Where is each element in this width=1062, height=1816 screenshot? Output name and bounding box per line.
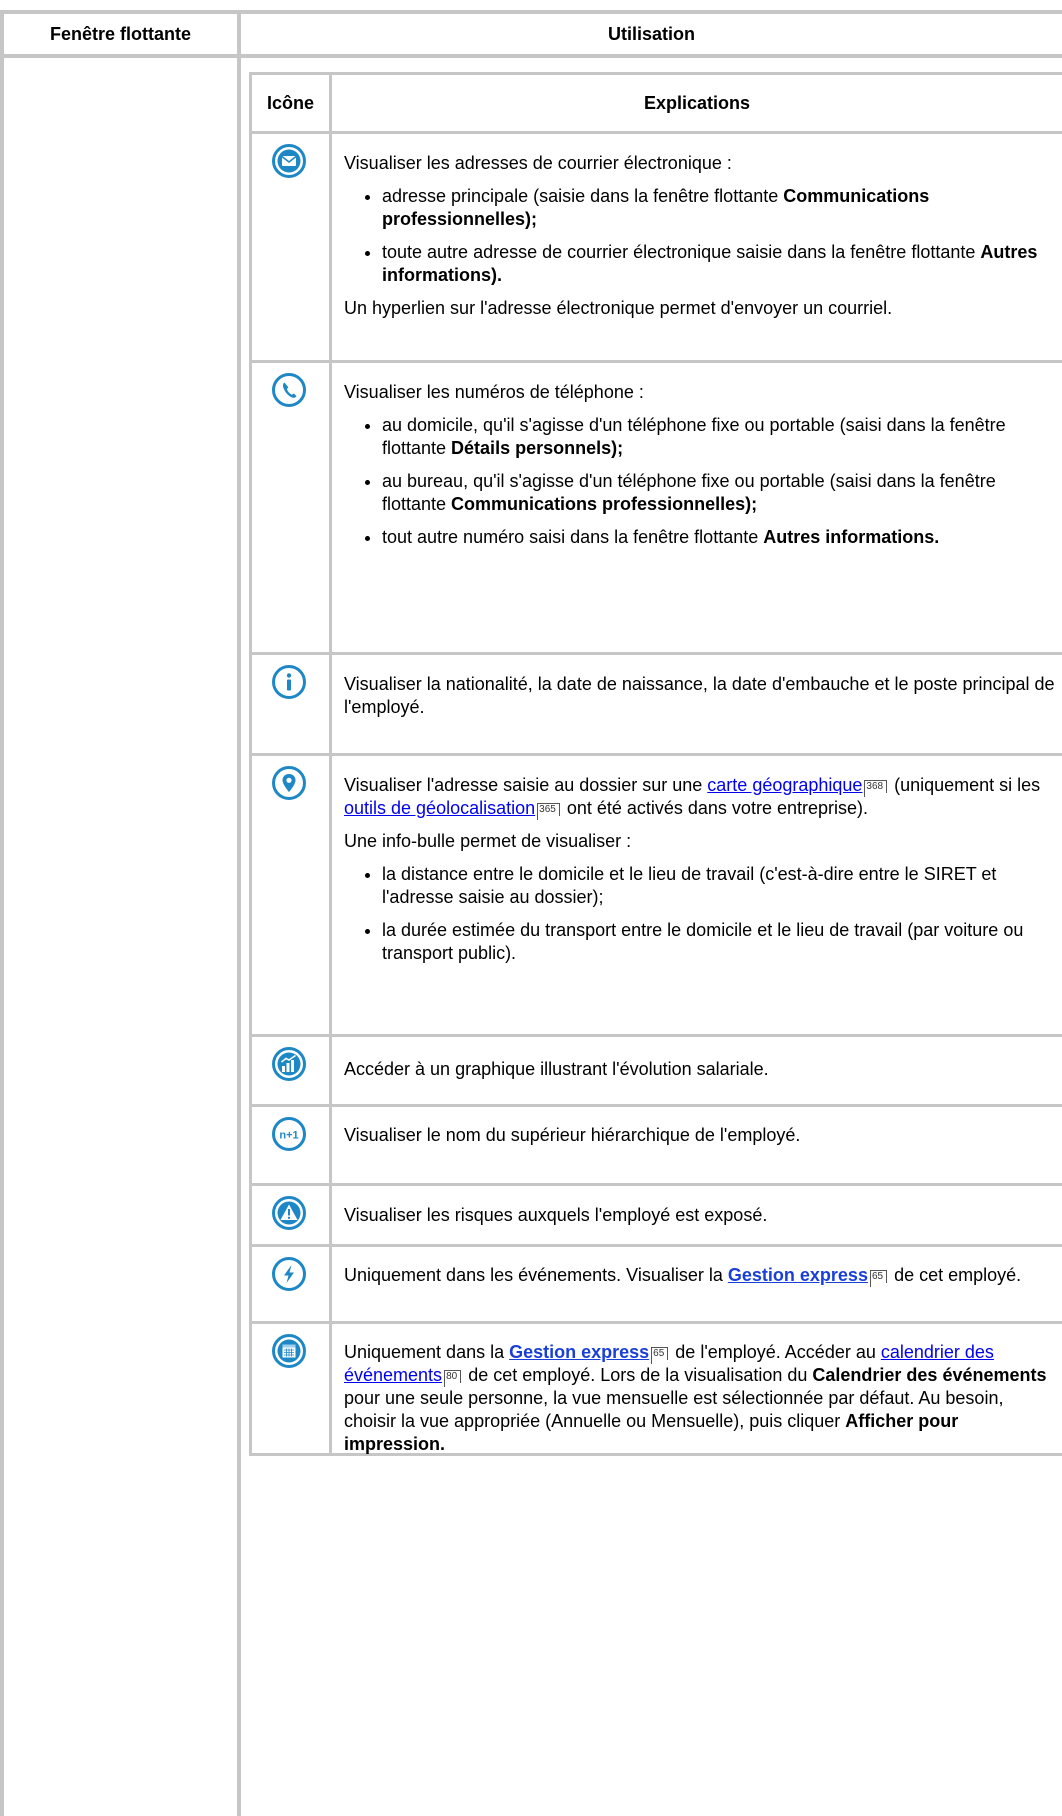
calendar-text: Uniquement dans la Gestion express 65 de … — [344, 1341, 1060, 1456]
phone-intro: Visualiser les numéros de téléphone : — [344, 382, 644, 402]
text-span: (uniquement si les — [889, 775, 1041, 795]
link-gestion-express[interactable]: Gestion express — [509, 1342, 649, 1362]
list-item-text: toute autre adresse de courrier électron… — [382, 242, 981, 262]
header-floating-window: Fenêtre flottante — [49, 24, 191, 44]
header-explanations: Explications — [643, 93, 751, 113]
envelope-icon — [272, 144, 306, 178]
page-reference: 65 — [651, 1347, 669, 1364]
email-intro: Visualiser les adresses de courrier élec… — [344, 153, 732, 173]
lightning-icon — [272, 1257, 306, 1291]
row-divider — [249, 652, 1062, 655]
warning-icon — [272, 1196, 306, 1230]
list-item-bold: Communications professionnelles); — [451, 494, 758, 514]
text-span: de cet employé. — [889, 1265, 1022, 1285]
list-item-text: tout autre numéro saisi dans la fenêtre … — [382, 527, 764, 547]
text-span: Uniquement dans la — [344, 1342, 510, 1362]
row-divider — [249, 1183, 1062, 1186]
list-item: au bureau, qu'il s'agisse d'un téléphone… — [382, 470, 1060, 516]
n-plus-1-label: n+1 — [279, 1130, 298, 1142]
row-divider — [249, 1104, 1062, 1107]
table-border — [0, 10, 4, 1816]
table-row-risk: Visualiser les risques auxquels l'employ… — [344, 1204, 1060, 1237]
row-divider — [249, 1321, 1062, 1324]
text-span: Visualiser l'adresse saisie au dossier s… — [344, 775, 708, 795]
phone-icon — [272, 373, 306, 407]
page-reference: 65 — [869, 1270, 888, 1287]
table-row-express: Uniquement dans les événements. Visualis… — [344, 1264, 1060, 1297]
row-divider — [249, 1244, 1062, 1247]
column-divider — [237, 10, 241, 1816]
map-list: la distance entre le domicile et le lieu… — [344, 863, 1060, 965]
info-text: Visualiser la nationalité, la date de na… — [344, 674, 1055, 717]
text-span: Uniquement dans les événements. Visualis… — [344, 1265, 728, 1285]
text-span: ont été activés dans votre entreprise). — [561, 798, 868, 818]
icon-table: Icône Explications Visualiser les adress… — [249, 72, 1062, 1456]
list-item: tout autre numéro saisi dans la fenêtre … — [382, 526, 1060, 549]
header-divider — [0, 54, 1062, 58]
table-row-info: Visualiser la nationalité, la date de na… — [344, 673, 1060, 729]
salary-chart-icon — [272, 1047, 306, 1081]
table-row-manager: Visualiser le nom du supérieur hiérarchi… — [344, 1124, 1060, 1157]
calendar-icon — [272, 1334, 306, 1368]
manager-text: Visualiser le nom du supérieur hiérarchi… — [344, 1125, 801, 1145]
row-divider — [249, 360, 1062, 363]
row-divider — [249, 1034, 1062, 1037]
list-item: adresse principale (saisie dans la fenêt… — [382, 185, 1060, 231]
list-item: la durée estimée du transport entre le d… — [382, 919, 1060, 965]
column-divider — [329, 72, 332, 1456]
table-row-chart: Accéder à un graphique illustrant l'évol… — [344, 1058, 1060, 1091]
info-icon — [272, 665, 306, 699]
table-row-phone: Visualiser les numéros de téléphone : au… — [344, 381, 1060, 559]
map-tooltip-intro: Une info-bulle permet de visualiser : — [344, 831, 632, 851]
table-border — [249, 72, 252, 1456]
map-pin-icon — [272, 766, 306, 800]
map-text: Visualiser l'adresse saisie au dossier s… — [344, 774, 1060, 820]
text-bold: Calendrier des événements — [812, 1365, 1047, 1385]
chart-text: Accéder à un graphique illustrant l'évol… — [344, 1059, 769, 1079]
header-icon: Icône — [266, 93, 314, 113]
n-plus-1-icon: n+1 — [272, 1117, 306, 1151]
link-gestion-express[interactable]: Gestion express — [728, 1265, 868, 1285]
list-item: la distance entre le domicile et le lieu… — [382, 863, 1060, 909]
list-item-bold: Autres informations. — [763, 527, 940, 547]
row-divider — [249, 753, 1062, 756]
express-text: Uniquement dans les événements. Visualis… — [344, 1264, 1060, 1287]
list-item-text: adresse principale (saisie dans la fenêt… — [382, 186, 784, 206]
table-row-email: Visualiser les adresses de courrier élec… — [344, 152, 1060, 330]
phone-list: au domicile, qu'il s'agisse d'un télépho… — [344, 414, 1060, 549]
risk-text: Visualiser les risques auxquels l'employ… — [344, 1205, 768, 1225]
list-item: au domicile, qu'il s'agisse d'un télépho… — [382, 414, 1060, 460]
link-outils-geolocalisation[interactable]: outils de géolocalisation — [344, 798, 535, 818]
list-item: toute autre adresse de courrier électron… — [382, 241, 1060, 287]
page-reference: 368 — [864, 780, 888, 797]
page-reference: 80 — [444, 1370, 462, 1387]
table-row-map: Visualiser l'adresse saisie au dossier s… — [344, 774, 1060, 975]
page-reference: 365 — [537, 803, 560, 820]
header-usage: Utilisation — [607, 24, 695, 44]
row-divider — [249, 131, 1062, 134]
text-span: de l'employé. Accéder au — [670, 1342, 881, 1362]
email-outro: Un hyperlien sur l'adresse électronique … — [344, 298, 893, 318]
table-row-calendar: Uniquement dans la Gestion express 65 de … — [344, 1341, 1060, 1466]
link-carte-geographique[interactable]: carte géographique — [707, 775, 862, 795]
list-item-bold: Détails personnels); — [451, 438, 624, 458]
email-list: adresse principale (saisie dans la fenêt… — [344, 185, 1060, 287]
text-span: de cet employé. Lors de la visualisation… — [463, 1365, 813, 1385]
